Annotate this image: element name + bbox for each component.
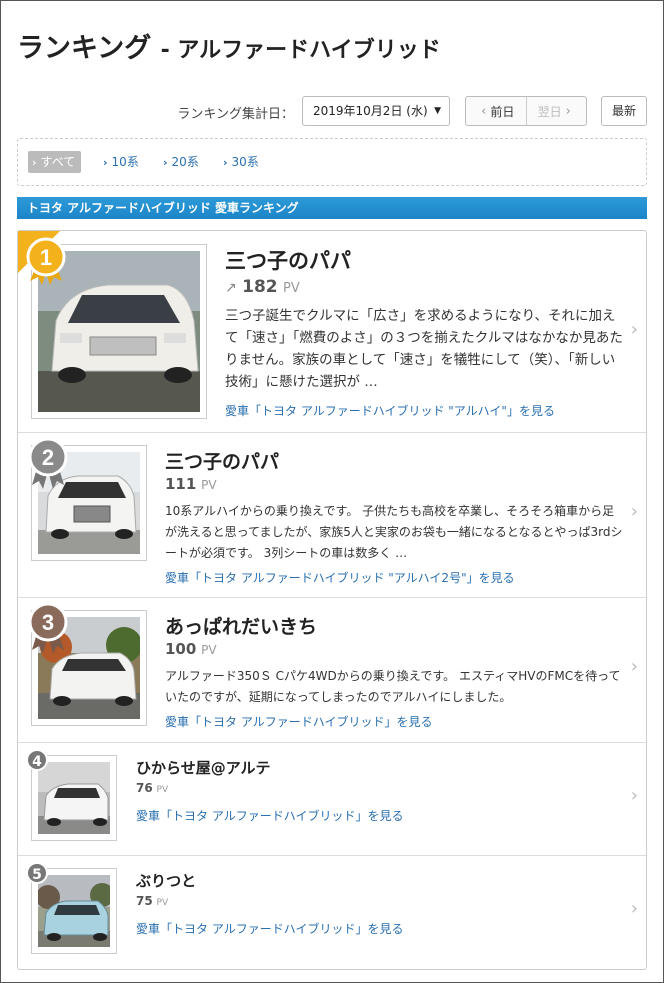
- ranking-item[interactable]: 4 ひからせ屋@アルテ 76 PV 愛車「トヨタ アルファードハイブリッド」を見…: [18, 742, 646, 855]
- filter-label: 10系: [111, 155, 139, 169]
- user-name[interactable]: あっぱれだいきち: [165, 612, 317, 639]
- filter-all[interactable]: › すべて: [28, 151, 82, 173]
- date-label: ランキング集計日：: [177, 107, 294, 122]
- pv-value: 182: [242, 277, 278, 297]
- next-day-label: 翌日: [537, 104, 562, 119]
- car-link[interactable]: 愛車「トヨタ アルファードハイブリッド」を見る: [165, 713, 432, 730]
- filter-20[interactable]: › 20系: [163, 151, 199, 173]
- next-day-button[interactable]: 翌日 ›: [525, 97, 587, 125]
- filter-label: 20系: [171, 155, 199, 169]
- pv-unit: PV: [156, 785, 169, 795]
- date-select[interactable]: 2019年10月2日 (水) ▼: [302, 96, 450, 126]
- pv-value: 75: [136, 894, 153, 908]
- date-bar: ランキング集計日： 2019年10月2日 (水) ▼ ‹ 前日 翌日 › 最新: [0, 96, 664, 128]
- day-nav: ‹ 前日 翌日 ›: [465, 96, 587, 126]
- ranking-item[interactable]: 5 ぶりつと 75 PV 愛車「トヨタ アルファードハイブリッド」を見る ›: [18, 855, 646, 969]
- pv-count: 76 PV: [136, 781, 168, 795]
- filter-bar: › すべて › 10系 › 20系 › 30系: [17, 138, 647, 186]
- ranking-item[interactable]: 2 三つ子のパパ 111 PV 10系アルハイからの乗り換えです。 子供たちも高…: [18, 432, 646, 597]
- bronze-medal-icon: 3: [28, 602, 68, 654]
- ranking-list: 1 三つ子のパパ ↗ 182 PV 三つ子誕生でクルマに「広さ」を求めるようにな…: [17, 230, 647, 970]
- pv-unit: PV: [201, 643, 217, 657]
- chevron-right-icon[interactable]: ›: [631, 656, 638, 677]
- trend-icon: ↗: [225, 280, 237, 296]
- svg-text:2: 2: [42, 445, 54, 470]
- chevron-right-icon[interactable]: ›: [631, 898, 638, 919]
- chevron-right-icon[interactable]: ›: [631, 319, 638, 340]
- page-title-main: ランキング: [17, 33, 152, 64]
- chevron-right-icon: ›: [32, 156, 37, 169]
- chevron-down-icon: ▼: [434, 106, 441, 116]
- pv-unit: PV: [201, 478, 217, 492]
- gold-medal-icon: 1: [18, 231, 66, 285]
- car-link[interactable]: 愛車「トヨタ アルファードハイブリッド "アルハイ2号"」を見る: [165, 569, 515, 586]
- filter-label: 30系: [231, 155, 259, 169]
- car-image: [38, 875, 110, 947]
- filter-10[interactable]: › 10系: [103, 151, 139, 173]
- pv-value: 76: [136, 781, 153, 795]
- item-description: 三つ子誕生でクルマに「広さ」を求めるようになり、それに加えて「速さ」「燃費のよさ…: [225, 308, 623, 390]
- chevron-right-icon[interactable]: ›: [631, 785, 638, 806]
- car-link[interactable]: 愛車「トヨタ アルファードハイブリッド」を見る: [136, 920, 403, 937]
- rank-badge: 5: [26, 862, 48, 884]
- chevron-right-icon[interactable]: ›: [631, 501, 638, 522]
- silver-medal-icon: 2: [28, 437, 68, 489]
- pv-count: ↗ 182 PV: [225, 277, 300, 297]
- item-description: 10系アルハイからの乗り換えです。 子供たちも高校を卒業し、そろそろ箱車から足が…: [165, 504, 623, 560]
- rank-badge: 4: [26, 749, 48, 771]
- chevron-right-icon: ›: [103, 156, 108, 169]
- pv-unit: PV: [283, 281, 300, 296]
- pv-count: 75 PV: [136, 894, 168, 908]
- pv-unit: PV: [156, 898, 169, 908]
- user-name[interactable]: 三つ子のパパ: [225, 245, 351, 275]
- ranking-item[interactable]: 1 三つ子のパパ ↗ 182 PV 三つ子誕生でクルマに「広さ」を求めるようにな…: [18, 231, 646, 432]
- pv-value: 100: [165, 640, 197, 658]
- pv-count: 111 PV: [165, 475, 217, 493]
- latest-button[interactable]: 最新: [601, 96, 647, 126]
- user-name[interactable]: ぶりつと: [136, 870, 196, 891]
- car-image: [38, 762, 110, 834]
- prev-day-button[interactable]: ‹ 前日: [466, 97, 526, 125]
- svg-text:1: 1: [40, 245, 52, 270]
- section-title: トヨタ アルファードハイブリッド 愛車ランキング: [17, 197, 647, 219]
- date-select-value: 2019年10月2日 (水): [313, 104, 428, 118]
- user-name[interactable]: 三つ子のパパ: [165, 447, 279, 474]
- svg-text:3: 3: [42, 610, 54, 635]
- chevron-right-icon: ›: [565, 103, 571, 119]
- page-title-sub: - アルファードハイブリッド: [160, 38, 441, 63]
- chevron-right-icon: ›: [163, 156, 168, 169]
- pv-value: 111: [165, 475, 197, 493]
- user-name[interactable]: ひからせ屋@アルテ: [136, 757, 271, 778]
- ranking-item[interactable]: 3 あっぱれだいきち 100 PV アルファード350Ｓ Cパケ4WDからの乗り…: [18, 597, 646, 742]
- chevron-right-icon: ›: [223, 156, 228, 169]
- filter-30[interactable]: › 30系: [223, 151, 259, 173]
- pv-count: 100 PV: [165, 640, 217, 658]
- prev-day-label: 前日: [490, 104, 515, 119]
- chevron-left-icon: ‹: [481, 103, 487, 119]
- filter-label: すべて: [40, 155, 76, 169]
- car-link[interactable]: 愛車「トヨタ アルファードハイブリッド "アルハイ"」を見る: [225, 402, 555, 419]
- item-description: アルファード350Ｓ Cパケ4WDからの乗り換えです。 エスティマHVのFMCを…: [165, 669, 621, 704]
- car-link[interactable]: 愛車「トヨタ アルファードハイブリッド」を見る: [136, 807, 403, 824]
- page-title: ランキング - アルファードハイブリッド: [17, 26, 441, 65]
